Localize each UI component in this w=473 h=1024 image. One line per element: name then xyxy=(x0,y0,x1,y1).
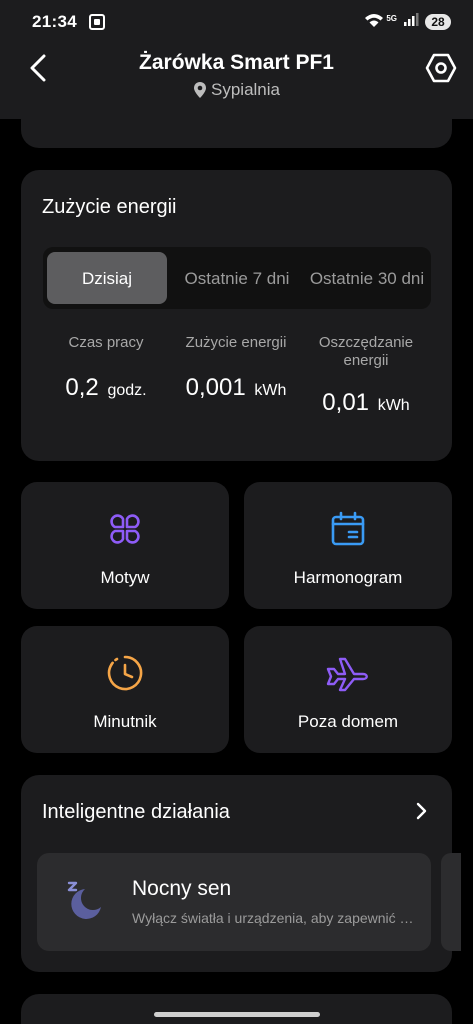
battery-indicator: 28 xyxy=(425,14,451,30)
device-screen: 21:34 5G 28 Żarówka Smart PF1 Sypialnia xyxy=(0,0,473,1024)
settings-hexagon-icon xyxy=(425,53,457,83)
schedule-tile[interactable]: Harmonogram xyxy=(244,482,452,609)
status-time: 21:34 xyxy=(32,12,77,31)
device-title: Żarówka Smart PF1 xyxy=(139,51,334,74)
back-button[interactable] xyxy=(22,52,54,84)
chevron-left-icon xyxy=(30,54,46,82)
tile-label: Motyw xyxy=(100,568,150,587)
status-bar: 21:34 5G 28 xyxy=(0,0,473,44)
wifi-icon xyxy=(364,12,384,33)
tab-today[interactable]: Dzisiaj xyxy=(47,252,167,304)
calendar-icon xyxy=(331,511,365,546)
away-mode-tile[interactable]: Poza domem xyxy=(244,626,452,753)
stat-value: 0,01 xyxy=(322,389,370,416)
stat-value: 0,001 xyxy=(185,374,246,401)
tab-last-30-days[interactable]: Ostatnie 30 dni xyxy=(307,252,427,304)
chevron-right-icon xyxy=(416,802,427,820)
tile-label: Poza domem xyxy=(297,712,399,731)
settings-button[interactable] xyxy=(423,50,459,86)
stat-runtime: Czas pracy 0,2 godz. xyxy=(46,334,166,402)
stat-value: 0,2 xyxy=(65,374,99,401)
theme-tile[interactable]: Motyw xyxy=(21,482,229,609)
smart-actions-card: Inteligentne działania Nocny sen Wyłącz … xyxy=(21,775,452,972)
timer-icon xyxy=(107,655,143,691)
stat-energy-saving: Oszczędzanie energii 0,01 kWh xyxy=(306,334,426,417)
stat-label: Oszczędzanie energii xyxy=(318,334,414,369)
device-room: Sypialnia xyxy=(193,80,280,100)
stat-unit: kWh xyxy=(377,397,410,414)
stat-value-row: 0,2 godz. xyxy=(46,374,166,402)
previous-card-partial xyxy=(21,100,452,148)
home-indicator[interactable] xyxy=(154,1012,320,1017)
timer-tile[interactable]: Minutnik xyxy=(21,626,229,753)
airplane-icon xyxy=(326,657,368,692)
tab-last-7-days[interactable]: Ostatnie 7 dni xyxy=(177,252,297,304)
stat-unit: kWh xyxy=(254,382,287,399)
smart-actions-more-button[interactable] xyxy=(410,799,434,823)
tile-label: Minutnik xyxy=(93,712,157,731)
stat-label: Czas pracy xyxy=(68,334,144,351)
energy-card-title: Zużycie energii xyxy=(42,196,177,218)
stat-value-row: 0,01 kWh xyxy=(306,389,426,417)
location-pin-icon xyxy=(194,82,206,98)
energy-usage-card: Zużycie energii Dzisiaj Ostatnie 7 dni O… xyxy=(21,170,452,461)
sleep-moon-icon xyxy=(67,881,101,919)
theme-icon xyxy=(110,514,140,544)
stat-unit: godz. xyxy=(107,382,147,399)
next-scene-card-partial[interactable] xyxy=(441,853,461,951)
scene-description: Wyłącz światła i urządzenia, aby zapewni… xyxy=(132,910,417,926)
scene-title: Nocny sen xyxy=(132,877,232,900)
stat-value-row: 0,001 kWh xyxy=(176,374,296,402)
tile-label: Harmonogram xyxy=(293,568,403,587)
scene-card-nocny-sen[interactable]: Nocny sen Wyłącz światła i urządzenia, a… xyxy=(37,853,431,951)
smart-actions-title: Inteligentne działania xyxy=(42,801,230,823)
stat-energy-consumption: Zużycie energii 0,001 kWh xyxy=(176,334,296,402)
period-segmented-control: Dzisiaj Ostatnie 7 dni Ostatnie 30 dni xyxy=(43,247,431,309)
room-label: Sypialnia xyxy=(211,80,280,99)
stat-label: Zużycie energii xyxy=(185,334,287,351)
signal-icon xyxy=(403,12,419,32)
status-right: 5G 28 xyxy=(364,12,451,33)
next-card-partial xyxy=(21,994,452,1024)
network-type: 5G xyxy=(386,13,397,23)
screenshot-notification-icon xyxy=(88,14,105,30)
title-block: Żarówka Smart PF1 Sypialnia xyxy=(60,50,413,104)
